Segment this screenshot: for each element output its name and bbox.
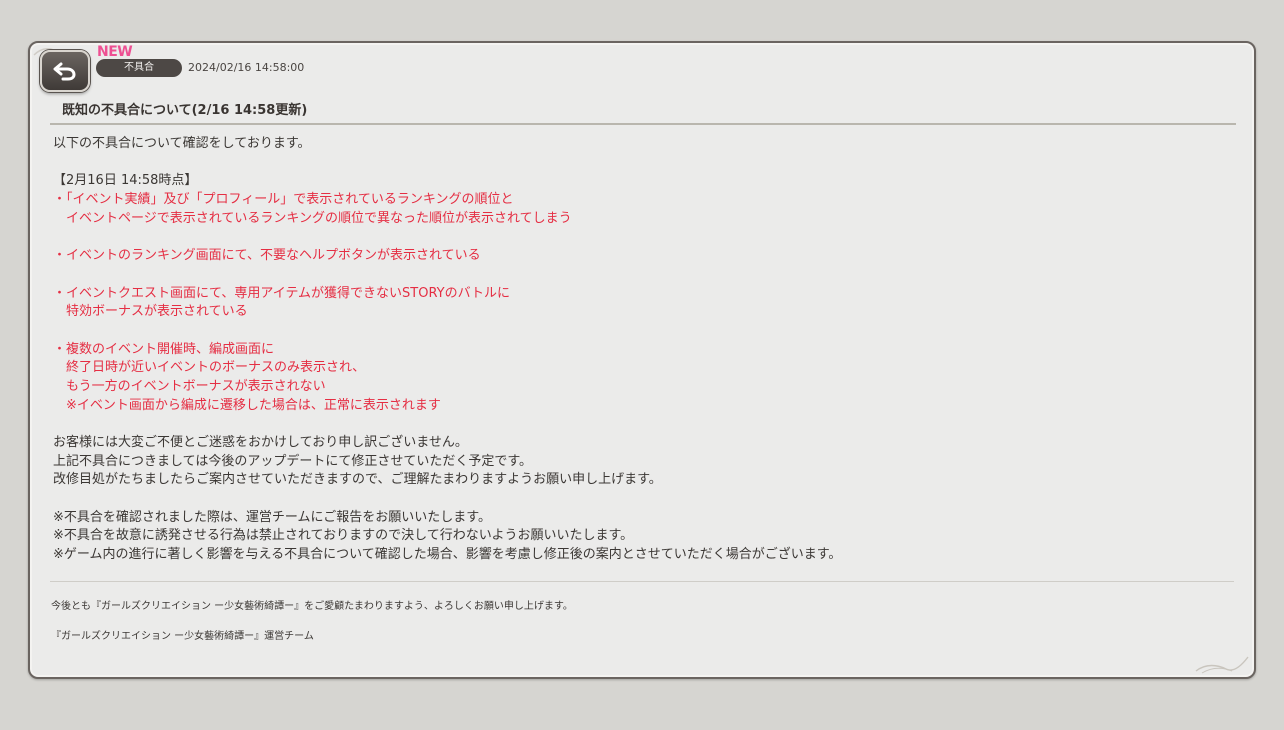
title-divider	[50, 123, 1236, 125]
body-line	[53, 154, 1233, 173]
body-line: ※不具合を故意に誘発させる行為は禁止されておりますので決して行わないようお願いい…	[53, 528, 634, 544]
back-button[interactable]	[40, 50, 90, 92]
body-line	[53, 490, 1233, 509]
body-line	[53, 266, 1233, 285]
body-line: 【2月16日 14:58時点】	[53, 173, 198, 189]
bug-item-line: ・イベントのランキング画面にて、不要なヘルプボタンが表示されている	[53, 248, 481, 264]
bug-item-line: 終了日時が近いイベントのボーナスのみ表示され、	[53, 360, 366, 376]
footer-greeting: 今後とも『ガールズクリエイション ー少女藝術綺譚ー』をご愛顧たまわりますよう、よ…	[51, 601, 573, 612]
footer-divider	[50, 581, 1234, 582]
notice-title: 既知の不具合について(2/16 14:58更新)	[62, 103, 308, 118]
bug-item-line: もう一方のイベントボーナスが表示されない	[53, 378, 326, 394]
body-line: 上記不具合につきましては今後のアップデートにて修正させていただく予定です。	[53, 453, 533, 469]
bug-item-line: イベントページで表示されているランキングの順位で異なった順位が表示されてしまう	[53, 210, 572, 226]
body-line: ※ゲーム内の進行に著しく影響を与える不具合について確認した場合、影響を考慮し修正…	[53, 547, 842, 563]
body-line	[53, 228, 1233, 247]
body-line	[53, 322, 1233, 341]
body-line: お客様には大変ご不便とご迷惑をおかけしており申し訳ございません。	[53, 435, 468, 450]
back-arrow-icon	[53, 62, 76, 81]
body-line	[53, 415, 1233, 434]
bug-item-line: 特効ボーナスが表示されている	[53, 304, 248, 320]
body-line: 改修目処がたちましたらご案内させていただきますので、ご理解たまわりますようお願い…	[53, 472, 662, 488]
bug-item-line: ・「イベント実績」及び「プロフィール」で表示されているランキングの順位と	[53, 192, 514, 208]
notice-body: 以下の不具合について確認をしております。 【2月16日 14:58時点】 ・「イ…	[53, 135, 1233, 565]
new-label: NEW	[97, 44, 133, 60]
bug-item-line: ・複数のイベント開催時、編成画面に	[53, 341, 275, 357]
category-badge: 不具合	[96, 59, 182, 77]
body-line: 以下の不具合について確認をしております。	[53, 136, 311, 151]
post-timestamp: 2024/02/16 14:58:00	[188, 61, 305, 74]
footer-signature: 『ガールズクリエイション ー少女藝術綺譚ー』運営チーム	[51, 631, 314, 642]
body-line: ※不具合を確認されました際は、運営チームにご報告をお願いいたします。	[53, 509, 491, 525]
bug-item-line: ※イベント画面から編成に遷移した場合は、正常に表示されます	[53, 397, 441, 413]
bug-item-line: ・イベントクエスト画面にて、専用アイテムが獲得できないSTORYのバトルに	[53, 285, 511, 301]
corner-flourish-bottom-right	[1195, 656, 1249, 674]
